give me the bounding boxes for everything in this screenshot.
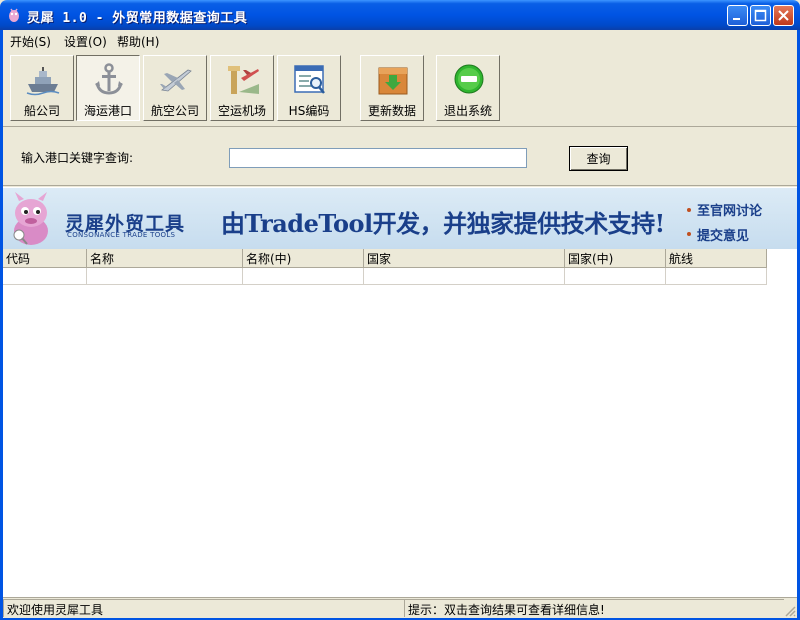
minimize-button[interactable] — [727, 5, 748, 26]
banner-slogan: 由TradeTool开发，并独家提供技术支持! — [221, 209, 665, 238]
search-panel: 输入港口关键字查询: 查询 — [3, 127, 797, 186]
toolbar: 船公司 海运港口 航空公司 空运机场 HS编码 更新数据 退出系统 — [3, 51, 797, 127]
toolbar-button-air-airport[interactable]: 空运机场 — [210, 55, 274, 121]
ad-banner: 灵犀外贸工具 CONSONANCE TRADE TOOLS 由TradeTool… — [3, 187, 797, 251]
menu-help[interactable]: 帮助(H) — [117, 33, 159, 50]
menu-start[interactable]: 开始(S) — [10, 33, 51, 50]
ship-icon — [26, 67, 60, 96]
results-table[interactable]: 代码 名称 名称(中) 国家 国家(中) 航线 — [3, 249, 797, 597]
port-keyword-input[interactable] — [229, 148, 527, 168]
update-box-icon — [378, 67, 408, 95]
status-hint: 提示：双击查询结果可查看详细信息! — [404, 599, 784, 617]
column-header-country-cn[interactable]: 国家(中) — [565, 249, 666, 268]
toolbar-label: 海运港口 — [83, 104, 132, 118]
toolbar-button-hs-code[interactable]: HS编码 — [277, 55, 341, 121]
resize-grip-icon[interactable] — [784, 605, 796, 617]
column-header-name-cn[interactable]: 名称(中) — [243, 249, 364, 268]
toolbar-label: HS编码 — [288, 104, 330, 118]
window-title: 灵犀 1.0 - 外贸常用数据查询工具 — [27, 11, 248, 26]
brand-subtitle: CONSONANCE TRADE TOOLS — [67, 231, 176, 239]
toolbar-label: 退出系统 — [443, 104, 492, 118]
maximize-button[interactable] — [750, 5, 771, 26]
status-welcome: 欢迎使用灵犀工具 — [3, 599, 404, 617]
query-button[interactable]: 查询 — [569, 146, 628, 171]
search-label: 输入港口关键字查询: — [21, 151, 134, 165]
toolbar-button-update-data[interactable]: 更新数据 — [360, 55, 424, 121]
mascot-logo-icon — [13, 192, 48, 245]
empty-table-row-cell — [3, 268, 87, 285]
column-header-route[interactable]: 航线 — [666, 249, 767, 268]
exit-icon — [454, 64, 484, 94]
menu-bar: 开始(S) 设置(O) 帮助(H) — [3, 30, 797, 50]
column-header-country[interactable]: 国家 — [364, 249, 565, 268]
empty-table-row-cell — [666, 268, 767, 285]
bullet-icon — [687, 208, 691, 212]
column-header-name[interactable]: 名称 — [87, 249, 243, 268]
toolbar-label: 更新数据 — [367, 104, 416, 118]
toolbar-button-exit-system[interactable]: 退出系统 — [436, 55, 500, 121]
column-header-code[interactable]: 代码 — [3, 249, 87, 268]
close-button[interactable] — [773, 5, 794, 26]
toolbar-button-shipping-company[interactable]: 船公司 — [10, 55, 74, 121]
close-icon — [778, 10, 789, 21]
title-bar[interactable]: 灵犀 1.0 - 外贸常用数据查询工具 — [0, 0, 800, 30]
minimize-icon — [733, 18, 740, 20]
airplane-icon — [160, 69, 192, 92]
empty-table-row-cell — [87, 268, 243, 285]
airport-icon — [228, 66, 259, 94]
app-mascot-icon — [9, 8, 19, 22]
status-bar: 欢迎使用灵犀工具 提示：双击查询结果可查看详细信息! — [3, 597, 797, 618]
hs-code-window-icon — [294, 65, 325, 94]
toolbar-label: 航空公司 — [150, 104, 199, 118]
maximize-icon — [754, 9, 767, 22]
toolbar-label: 空运机场 — [217, 104, 266, 118]
toolbar-label: 船公司 — [23, 104, 60, 118]
toolbar-button-airline[interactable]: 航空公司 — [143, 55, 207, 121]
official-forum-link[interactable]: 至官网讨论 — [697, 200, 762, 219]
toolbar-button-sea-port[interactable]: 海运港口 — [76, 55, 140, 121]
menu-settings[interactable]: 设置(O) — [64, 33, 107, 50]
submit-feedback-link[interactable]: 提交意见 — [697, 225, 749, 244]
empty-table-row-cell — [565, 268, 666, 285]
bullet-icon — [687, 232, 691, 236]
empty-table-row-cell — [243, 268, 364, 285]
empty-table-row-cell — [364, 268, 565, 285]
anchor-icon — [95, 63, 123, 95]
